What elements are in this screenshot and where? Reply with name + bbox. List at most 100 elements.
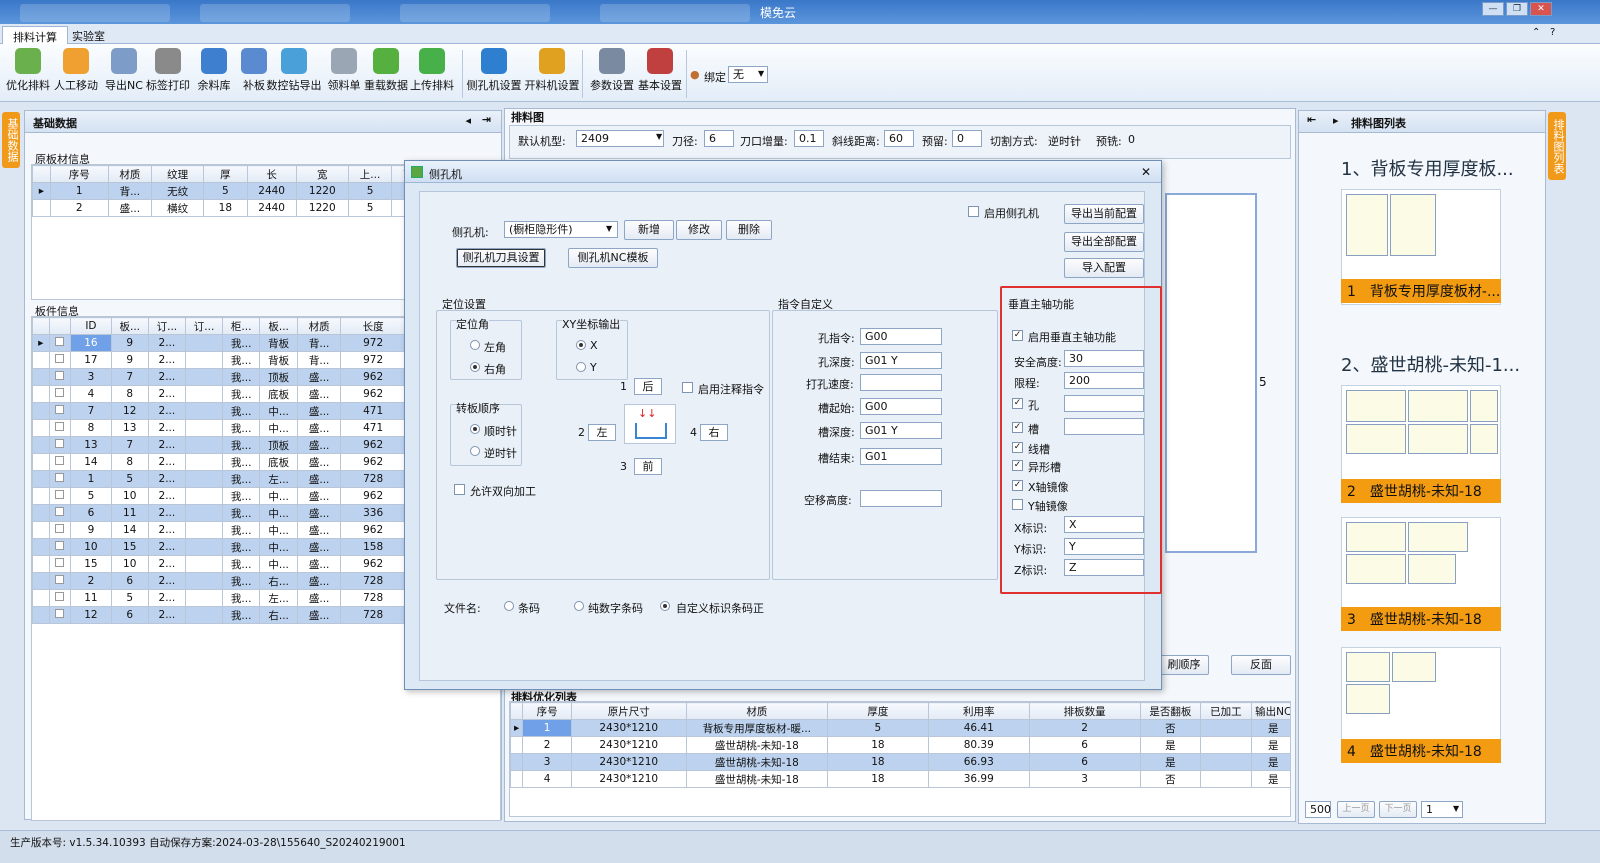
y-radio[interactable] <box>576 362 586 372</box>
right-input[interactable]: 右 <box>700 424 728 441</box>
column-header[interactable]: 订... <box>184 317 224 335</box>
prev-page-button[interactable]: 上一页 <box>1337 801 1375 818</box>
export-all-button[interactable]: 导出全部配置 <box>1064 232 1144 252</box>
column-header[interactable]: 排板数量 <box>1028 702 1141 720</box>
hole-input[interactable] <box>1064 395 1144 412</box>
toolbar-button-9[interactable]: 上传排料 <box>406 48 458 93</box>
import-button[interactable]: 导入配置 <box>1064 258 1144 278</box>
background-app-tab[interactable] <box>200 4 350 22</box>
row-checkbox[interactable] <box>48 504 72 522</box>
left-side-tab[interactable]: 基础数据 <box>2 112 20 168</box>
row-checkbox[interactable] <box>48 419 72 437</box>
chevron-up-icon[interactable]: ⌃ <box>1532 27 1540 38</box>
pin-icon[interactable]: ⇥ <box>482 113 491 126</box>
row-checkbox[interactable] <box>48 589 72 607</box>
row-checkbox[interactable] <box>48 572 72 590</box>
right-side-tab[interactable]: 排料图列表 <box>1548 112 1566 180</box>
idle-height-input[interactable] <box>860 490 942 507</box>
brush-order-button[interactable]: 刷顺序 <box>1159 655 1209 675</box>
row-checkbox[interactable] <box>48 436 72 454</box>
column-header[interactable]: 输出NC <box>1250 702 1290 720</box>
new-button[interactable]: 新增 <box>624 220 674 240</box>
column-header[interactable]: ID <box>70 317 112 335</box>
row-checkbox[interactable] <box>48 368 72 386</box>
table-row[interactable]: 4 2430*1210 盛世胡桃-未知-18 18 36.99 3 否 是 <box>510 770 1290 788</box>
layout-label-2[interactable]: 2 盛世胡桃-未知-18 <box>1341 479 1501 503</box>
column-header[interactable]: 已加工 <box>1200 702 1252 720</box>
column-header[interactable]: 利用率 <box>927 702 1030 720</box>
left-corner-radio[interactable] <box>470 340 480 350</box>
collapse-icon[interactable]: ◂ <box>465 114 471 127</box>
row-checkbox[interactable] <box>48 385 72 403</box>
layout-canvas[interactable] <box>1165 193 1257 553</box>
hole-cmd-input[interactable]: G00 <box>860 328 942 345</box>
hole-depth-input[interactable]: G01 Y <box>860 352 942 369</box>
numeric-barcode-radio[interactable] <box>574 601 584 611</box>
background-app-tab[interactable] <box>20 4 170 22</box>
column-header[interactable]: 材质 <box>685 702 828 720</box>
row-checkbox[interactable] <box>48 470 72 488</box>
toolbar-button-1[interactable]: 人工移动 <box>50 48 102 93</box>
dropdown-arrow-icon[interactable]: ▼ <box>656 132 662 141</box>
row-checkbox[interactable] <box>48 402 72 420</box>
layout-label-4[interactable]: 4 盛世胡桃-未知-18 <box>1341 739 1501 763</box>
toolbar-button-0[interactable]: 优化排料 <box>2 48 54 93</box>
export-icon[interactable]: ⇤ <box>1307 113 1316 126</box>
toolbar-button-13[interactable]: 基本设置 <box>634 48 686 93</box>
toolbar-button-3[interactable]: 标签打印 <box>142 48 194 93</box>
layout-label-1[interactable]: 1 背板专用厚度板材-... <box>1341 279 1501 303</box>
left-input[interactable]: 左 <box>588 424 616 441</box>
minimize-icon[interactable]: — <box>1482 2 1504 16</box>
column-header[interactable]: 厚度 <box>826 702 929 720</box>
line-slot-checkbox[interactable]: ✓ <box>1012 442 1023 453</box>
column-header[interactable]: 是否翻板 <box>1139 702 1202 720</box>
toolbar-button-6[interactable]: 数控钻导出 <box>264 48 324 93</box>
flip-button[interactable]: 反面 <box>1231 655 1291 675</box>
help-icon[interactable]: ? <box>1550 27 1555 38</box>
column-header[interactable]: 板... <box>259 317 299 335</box>
row-checkbox[interactable] <box>48 555 72 573</box>
blade-input[interactable]: 6 <box>704 130 734 147</box>
edit-button[interactable]: 修改 <box>676 220 722 240</box>
column-header[interactable]: 长度 <box>340 317 407 335</box>
slot-input[interactable] <box>1064 418 1144 435</box>
toolbar-button-12[interactable]: 参数设置 <box>586 48 638 93</box>
safe-height-input[interactable]: 30 <box>1064 350 1144 367</box>
vertical-enable-checkbox[interactable]: ✓ <box>1012 330 1023 341</box>
drill-speed-input[interactable] <box>860 374 942 391</box>
column-header[interactable]: 材质 <box>107 165 153 183</box>
page-dropdown-icon[interactable]: ▼ <box>1453 804 1459 813</box>
column-header[interactable]: 上... <box>347 165 393 183</box>
column-header[interactable]: 板... <box>110 317 149 335</box>
enable-drill-checkbox[interactable] <box>968 206 979 217</box>
tab-lab[interactable]: 实验室 <box>62 26 115 44</box>
dropdown-arrow-icon[interactable]: ▼ <box>758 69 764 78</box>
slot-end-input[interactable]: G01 <box>860 448 942 465</box>
maximize-icon[interactable]: ❐ <box>1506 2 1528 16</box>
y-mark-input[interactable]: Y <box>1064 538 1144 555</box>
table-row[interactable]: 3 2430*1210 盛世胡桃-未知-18 18 66.93 6 是是 <box>510 753 1290 771</box>
column-header[interactable]: 序号 <box>49 165 109 183</box>
column-header[interactable]: 订... <box>147 317 186 335</box>
row-checkbox[interactable] <box>48 538 72 556</box>
column-header[interactable]: 序号 <box>522 702 572 720</box>
x-mirror-checkbox[interactable]: ✓ <box>1012 480 1023 491</box>
row-checkbox[interactable] <box>48 351 72 369</box>
close-icon[interactable]: ✕ <box>1530 2 1552 16</box>
row-checkbox[interactable] <box>48 521 72 539</box>
machine-select[interactable]: 2409 <box>576 130 664 147</box>
counterclockwise-radio[interactable] <box>470 446 480 456</box>
expand-icon[interactable]: ▸ <box>1333 114 1339 127</box>
barcode-radio[interactable] <box>504 601 514 611</box>
x-mark-input[interactable]: X <box>1064 516 1144 533</box>
row-checkbox[interactable] <box>48 487 72 505</box>
shape-slot-checkbox[interactable]: ✓ <box>1012 460 1023 471</box>
nc-template-button[interactable]: 侧孔机NC模板 <box>568 248 658 268</box>
tab-layout-calc[interactable]: 排料计算 <box>2 26 68 44</box>
close-icon[interactable]: ✕ <box>1141 165 1151 179</box>
column-header[interactable]: 厚 <box>203 165 248 183</box>
dual-checkbox[interactable] <box>454 484 465 495</box>
column-header[interactable]: 材质 <box>297 317 342 335</box>
row-checkbox[interactable] <box>48 334 72 352</box>
column-header[interactable]: 宽 <box>295 165 349 183</box>
